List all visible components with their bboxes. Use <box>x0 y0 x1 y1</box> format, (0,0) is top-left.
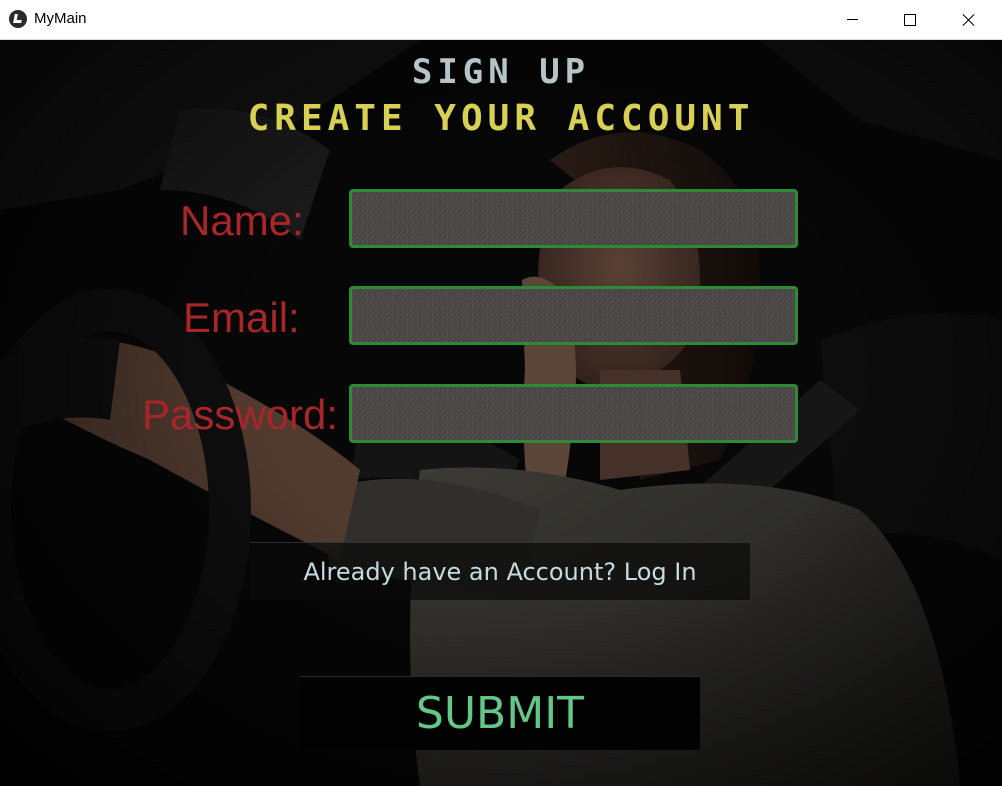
email-field[interactable] <box>349 286 798 345</box>
maximize-button[interactable] <box>881 0 939 39</box>
name-label: Name: <box>180 197 304 244</box>
page-title: SIGN UP <box>411 52 591 92</box>
email-label: Email: <box>183 294 300 341</box>
title-bar: MyMain <box>0 0 1002 40</box>
maximize-icon <box>904 13 916 26</box>
minimize-button[interactable] <box>823 0 881 39</box>
window-title: MyMain <box>34 10 87 27</box>
password-label: Password: <box>142 391 339 438</box>
close-icon <box>962 13 976 27</box>
signup-screen: SIGN UP CREATE YOUR ACCOUNT Name: Email:… <box>0 40 1002 786</box>
submit-button[interactable]: SUBMIT <box>300 676 700 750</box>
name-field[interactable] <box>349 189 798 248</box>
page-subtitle: CREATE YOUR ACCOUNT <box>247 98 755 139</box>
kivy-logo-icon <box>9 10 27 28</box>
login-link-button[interactable]: Already have an Account? Log In <box>250 542 750 600</box>
minimize-icon <box>846 19 858 20</box>
password-field[interactable] <box>349 384 798 443</box>
close-button[interactable] <box>940 0 998 39</box>
